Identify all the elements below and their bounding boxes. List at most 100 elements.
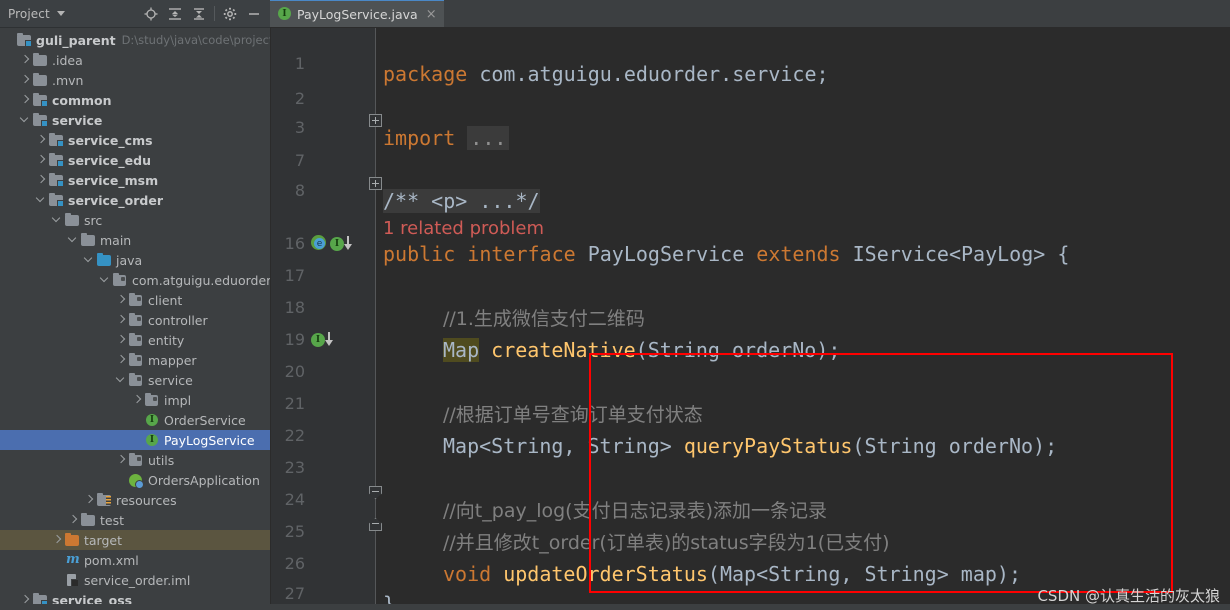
tab-paylogservice-java[interactable]: I PayLogService.java × xyxy=(270,0,444,27)
tree-row-service-order-iml[interactable]: service_order.iml xyxy=(0,570,270,590)
chevron-right-icon[interactable] xyxy=(36,154,48,166)
gutter-line-16[interactable]: 16 I xyxy=(271,226,375,261)
tree-row-common[interactable]: common xyxy=(0,90,270,110)
tree-row-client[interactable]: client xyxy=(0,290,270,310)
interface-glyph: I xyxy=(330,236,344,251)
bottom-strip xyxy=(0,604,1230,610)
package-icon xyxy=(128,312,144,328)
tree-row-service-edu[interactable]: service_edu xyxy=(0,150,270,170)
editor-gutter[interactable]: 1237816I171819I202122232425262728 xyxy=(271,28,375,610)
tree-row-service[interactable]: service xyxy=(0,110,270,130)
spring-boot-icon xyxy=(128,472,144,489)
tree-item-label: guli_parent xyxy=(36,32,116,48)
tree-row-test[interactable]: test xyxy=(0,510,270,530)
tree-row-src[interactable]: src xyxy=(0,210,270,230)
tree-item-label: service xyxy=(52,112,103,128)
chevron-right-icon[interactable] xyxy=(20,74,32,86)
chevron-down-icon[interactable] xyxy=(68,234,80,246)
gutter-line-22[interactable]: 22 xyxy=(271,418,375,453)
gutter-line-3[interactable]: 3 xyxy=(271,110,375,145)
settings-gear-icon[interactable] xyxy=(219,3,241,25)
tree-row-entity[interactable]: entity xyxy=(0,330,270,350)
fold-expand-icon-line-8[interactable] xyxy=(369,177,382,190)
tree-row-impl[interactable]: impl xyxy=(0,390,270,410)
tree-row-mapper[interactable]: mapper xyxy=(0,350,270,370)
folder-icon xyxy=(64,212,80,228)
tree-row-main[interactable]: main xyxy=(0,230,270,250)
code-editor[interactable]: 1237816I171819I202122232425262728 packag… xyxy=(271,28,1230,610)
gutter-line-8[interactable]: 8 xyxy=(271,173,375,208)
arrow-down-icon xyxy=(343,235,352,252)
chevron-right-icon[interactable] xyxy=(20,94,32,106)
chevron-down-icon[interactable] xyxy=(84,254,96,266)
implemented-method-icon[interactable]: I xyxy=(311,331,333,348)
tree-row-paylogservice[interactable]: I PayLogService xyxy=(0,430,270,450)
source-folder-icon xyxy=(96,252,112,268)
fold-expand-icon-line-3[interactable] xyxy=(369,114,382,127)
tree-row-pom-xml[interactable]: m pom.xml xyxy=(0,550,270,570)
tree-item-label: src xyxy=(84,212,103,228)
tree-row-service[interactable]: service xyxy=(0,370,270,390)
chevron-down-icon[interactable] xyxy=(56,11,65,16)
chevron-right-icon[interactable] xyxy=(84,494,96,506)
tree-item-label: java xyxy=(116,252,143,268)
chevron-right-icon[interactable] xyxy=(116,454,128,466)
code-content[interactable]: package com.atguigu.eduorder.service; im… xyxy=(383,28,1230,610)
code-line-26: void updateOrderStatus (Map<String, Strin… xyxy=(383,556,1021,591)
chevron-right-icon[interactable] xyxy=(52,534,64,546)
gutter-line-23[interactable]: 23 xyxy=(271,450,375,485)
tree-row-target[interactable]: target xyxy=(0,530,270,550)
tree-row-controller[interactable]: controller xyxy=(0,310,270,330)
project-tree[interactable]: guli_parent D:\study\java\code\project\gu… xyxy=(0,28,270,610)
close-icon[interactable]: × xyxy=(426,8,437,21)
tree-row-service-cms[interactable]: service_cms xyxy=(0,130,270,150)
tree-item-label: service_cms xyxy=(68,132,153,148)
chevron-down-icon[interactable] xyxy=(36,194,48,206)
tool-window-title[interactable]: Project xyxy=(8,7,50,21)
chevron-right-icon[interactable] xyxy=(116,294,128,306)
package-icon xyxy=(128,452,144,468)
chevron-right-icon[interactable] xyxy=(116,334,128,346)
chevron-down-icon[interactable] xyxy=(20,114,32,126)
tree-row--idea[interactable]: .idea xyxy=(0,50,270,70)
gutter-line-1[interactable]: 1 xyxy=(271,46,375,81)
toolbar-divider xyxy=(214,6,215,21)
folded-javadoc[interactable]: /** <p> ...*/ xyxy=(383,188,540,213)
folded-imports[interactable]: ... xyxy=(467,125,510,150)
gutter-line-21[interactable]: 21 xyxy=(271,386,375,421)
chevron-right-icon[interactable] xyxy=(68,514,80,526)
gutter-line-20[interactable]: 20 xyxy=(271,354,375,389)
chevron-right-icon[interactable] xyxy=(36,134,48,146)
gutter-line-24[interactable]: 24 xyxy=(271,482,375,517)
chevron-down-icon[interactable] xyxy=(52,214,64,226)
tree-row--mvn[interactable]: .mvn xyxy=(0,70,270,90)
chevron-right-icon[interactable] xyxy=(132,394,144,406)
gutter-line-25[interactable]: 25 xyxy=(271,514,375,549)
chevron-down-icon[interactable] xyxy=(116,374,128,386)
tree-row-resources[interactable]: resources xyxy=(0,490,270,510)
implemented-interface-icon[interactable]: I xyxy=(330,235,352,252)
tree-row-guli-parent[interactable]: guli_parent D:\study\java\code\project\gu xyxy=(0,30,270,50)
hide-window-icon[interactable] xyxy=(243,3,265,25)
tree-row-com-atguigu-eduorder[interactable]: com.atguigu.eduorder xyxy=(0,270,270,290)
chevron-right-icon[interactable] xyxy=(116,314,128,326)
tree-row-service-order[interactable]: service_order xyxy=(0,190,270,210)
locate-file-icon[interactable] xyxy=(140,3,162,25)
spring-bean-icon[interactable] xyxy=(311,235,328,252)
code-line-18: //1.生成微信支付二维码 xyxy=(383,300,645,335)
gutter-line-18[interactable]: 18 xyxy=(271,290,375,325)
chevron-right-icon[interactable] xyxy=(36,174,48,186)
tree-row-ordersapplication[interactable]: OrdersApplication xyxy=(0,470,270,490)
chevron-down-icon[interactable] xyxy=(100,274,112,286)
gutter-line-19[interactable]: 19 I xyxy=(271,322,375,357)
chevron-right-icon[interactable] xyxy=(116,354,128,366)
tree-item-label: service xyxy=(148,372,193,388)
tree-row-utils[interactable]: utils xyxy=(0,450,270,470)
tree-row-orderservice[interactable]: I OrderService xyxy=(0,410,270,430)
tree-row-java[interactable]: java xyxy=(0,250,270,270)
chevron-right-icon[interactable] xyxy=(20,54,32,66)
expand-all-icon[interactable] xyxy=(164,3,186,25)
collapse-all-icon[interactable] xyxy=(188,3,210,25)
gutter-line-17[interactable]: 17 xyxy=(271,258,375,293)
tree-row-service-msm[interactable]: service_msm xyxy=(0,170,270,190)
